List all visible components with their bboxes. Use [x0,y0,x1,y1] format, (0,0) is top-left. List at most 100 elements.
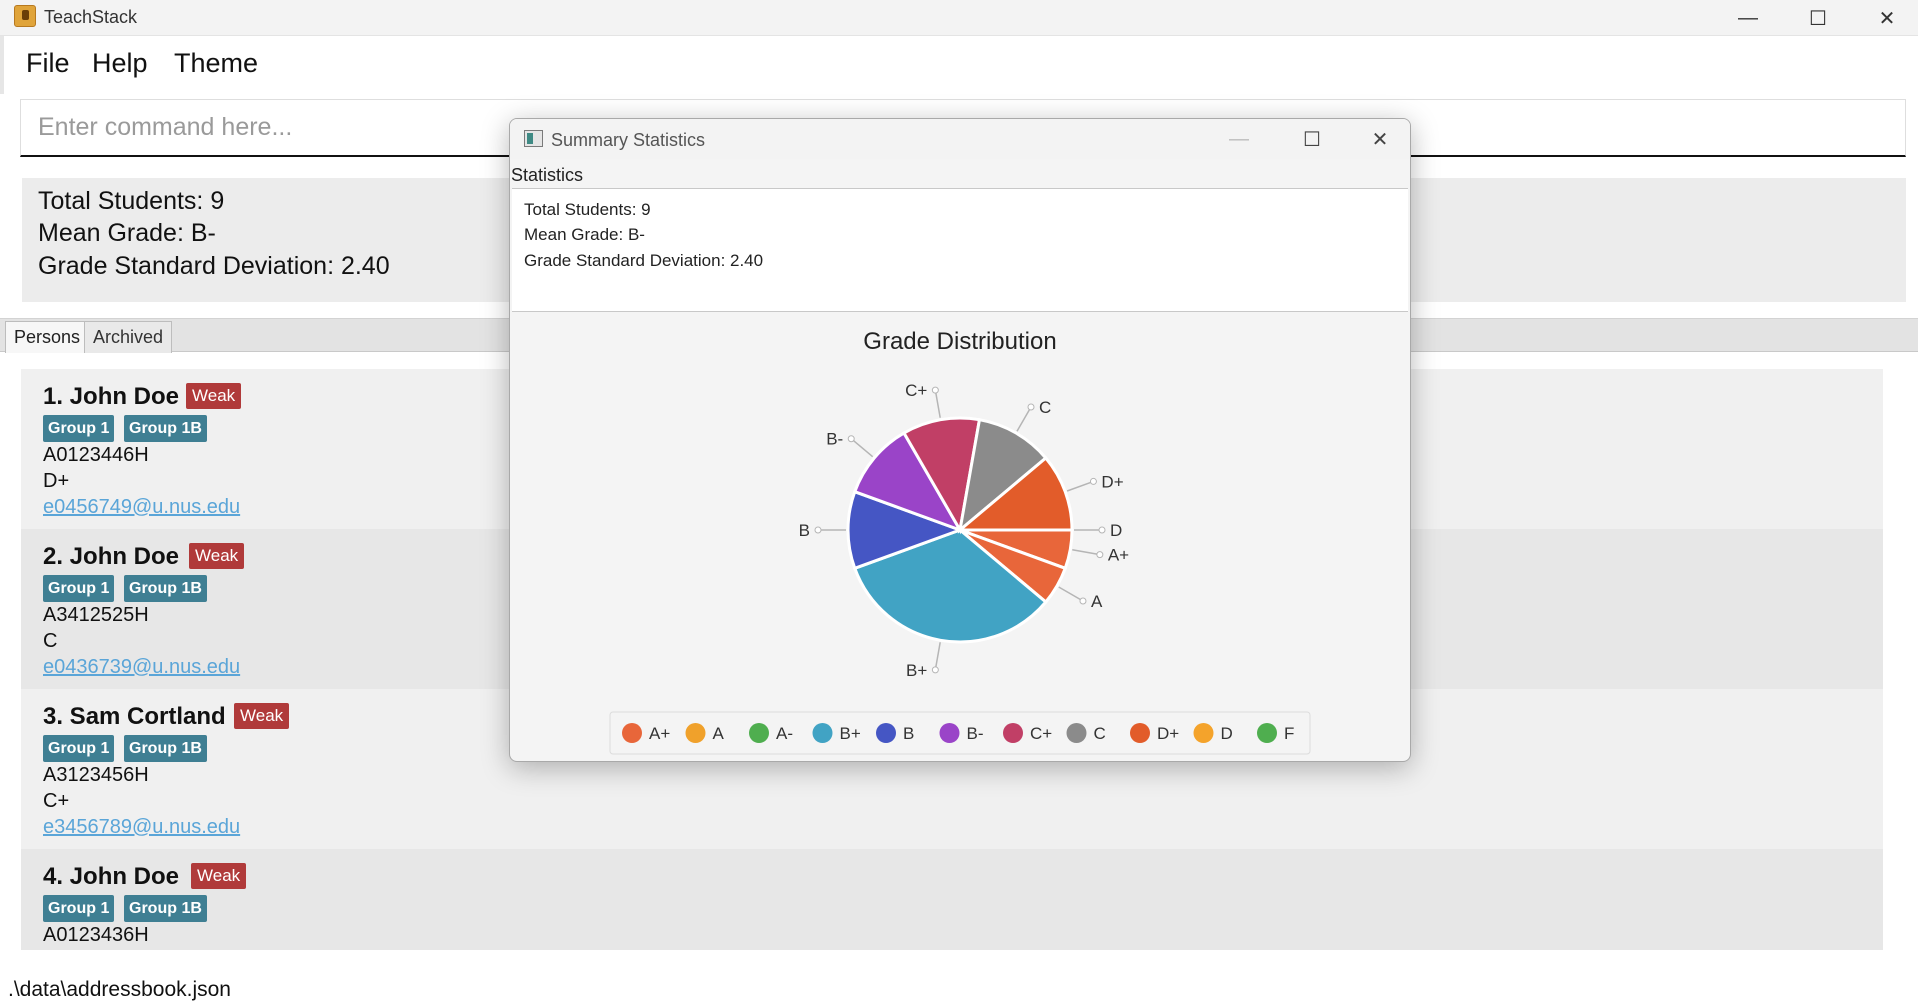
legend-label: D [1221,724,1233,743]
student-grade: C+ [43,790,70,812]
pie-label: A+ [1108,546,1129,565]
pie-label: D+ [1101,472,1123,491]
legend-label: C [1094,724,1106,743]
pie-label-dot [931,386,939,394]
status-bar-path: .\data\addressbook.json [8,978,231,1001]
group-tag: Group 1 [43,735,115,762]
legend-marker [685,723,706,743]
legend-label: B+ [840,724,861,743]
summary-statistics-window: Summary Statistics — ☐ ✕ Statistics Tota… [509,118,1411,762]
app-title: TeachStack [44,7,138,27]
legend-label: B [903,724,914,743]
menu-file[interactable]: File [26,48,70,79]
legend-marker [1066,723,1087,743]
pie-label-line [1072,549,1100,556]
legend-marker [1257,723,1277,743]
person-name: 2. John Doe [43,543,180,570]
tab-archived[interactable]: Archived [84,321,173,353]
group-tag: Group 1B [124,575,207,602]
maximize-icon[interactable]: ☐ [1783,0,1853,36]
menu-help[interactable]: Help [92,48,148,79]
pie-label-dot [814,526,822,534]
pie-label-line [850,438,874,458]
legend-label: D+ [1157,724,1179,743]
status-badge: Weak [191,863,247,889]
title-bar: TeachStack — ☐ ✕ [0,0,1918,36]
group-tag: Group 1B [124,735,207,762]
group-tag: Group 1B [124,895,207,922]
legend-marker [1193,723,1214,743]
person-card[interactable]: 4. John Doe Weak Group 1 Group 1B A01234… [21,849,1883,950]
student-email[interactable]: e0436739@u.nus.edu [43,656,240,679]
menu-theme[interactable]: Theme [174,48,258,79]
pie-label-dot [847,435,855,443]
minimize-icon[interactable]: — [1211,119,1267,159]
legend-label: B- [967,724,984,743]
grade-distribution-chart: Grade Distribution A+ A B+ B B- C+ C D+ D A+ A A- B… [609,328,1311,755]
legend-marker [622,723,642,743]
legend-label: A- [776,724,793,743]
legend-label: C+ [1030,724,1052,743]
pie-label: B- [826,430,843,449]
student-id: A3412525H [43,604,149,626]
popup-title-bar: Summary Statistics — ☐ ✕ [510,119,1410,159]
statistics-label: Statistics [511,165,584,185]
summary-std: Grade Standard Deviation: 2.40 [38,252,390,280]
statistics-text-area[interactable]: Total Students: 9 Mean Grade: B- Grade S… [512,188,1408,312]
legend-marker [939,723,960,743]
popup-total: Total Students: 9 [524,200,651,219]
summary-mean: Mean Grade: B- [38,219,216,247]
close-icon[interactable]: ✕ [1352,119,1408,159]
pie-label-line [1058,586,1084,602]
person-name: 4. John Doe [43,863,180,890]
group-tag: Group 1 [43,895,115,922]
student-email[interactable]: e0456749@u.nus.edu [43,496,240,519]
status-badge: Weak [189,543,245,569]
legend-label: F [1284,724,1294,743]
legend-marker [812,723,833,743]
popup-title: Summary Statistics [551,130,706,150]
legend-label: A [713,724,725,743]
chart-title: Grade Distribution [863,328,1056,355]
pie-label: B [799,521,810,540]
legend-marker [1003,723,1023,743]
student-id: A3123456H [43,764,149,786]
pie-label-dot [1079,597,1087,605]
maximize-icon[interactable]: ☐ [1284,119,1340,159]
pie-label: A [1091,592,1103,611]
pie-label: C [1039,398,1051,417]
legend-marker [876,723,896,743]
pie-label-dot [1096,551,1104,559]
student-id: A0123446H [43,444,149,466]
close-icon[interactable]: ✕ [1852,0,1918,36]
student-grade: C [43,630,58,652]
legend-label: A+ [649,724,670,743]
status-badge: Weak [186,383,242,409]
pie-label: C+ [905,381,927,400]
pie-label-dot [1098,526,1106,534]
menu-bar: File Help Theme [0,36,1918,94]
pie-label-line [934,390,941,418]
tab-persons[interactable]: Persons [5,321,90,353]
minimize-icon[interactable]: — [1713,0,1783,36]
group-tag: Group 1B [124,415,207,442]
popup-mean: Mean Grade: B- [524,225,645,244]
student-id: A0123436H [43,924,149,946]
student-grade: D+ [43,470,70,492]
legend-marker [1130,723,1150,743]
app-icon [14,5,36,27]
legend-marker [749,723,769,743]
pie-label-line [1016,406,1032,432]
pie-label-dot [1027,403,1035,411]
status-badge: Weak [234,703,290,729]
pie-label: B+ [906,661,927,680]
group-tag: Group 1 [43,575,115,602]
pie-label-line [934,642,941,670]
person-name: 3. Sam Cortland [43,703,226,730]
student-email[interactable]: e3456789@u.nus.edu [43,816,240,839]
summary-total: Total Students: 9 [38,187,225,215]
group-tag: Group 1 [43,415,115,442]
pie-label: D [1110,521,1122,540]
person-name: 1. John Doe [43,383,180,410]
pie-label-line [1066,480,1094,492]
